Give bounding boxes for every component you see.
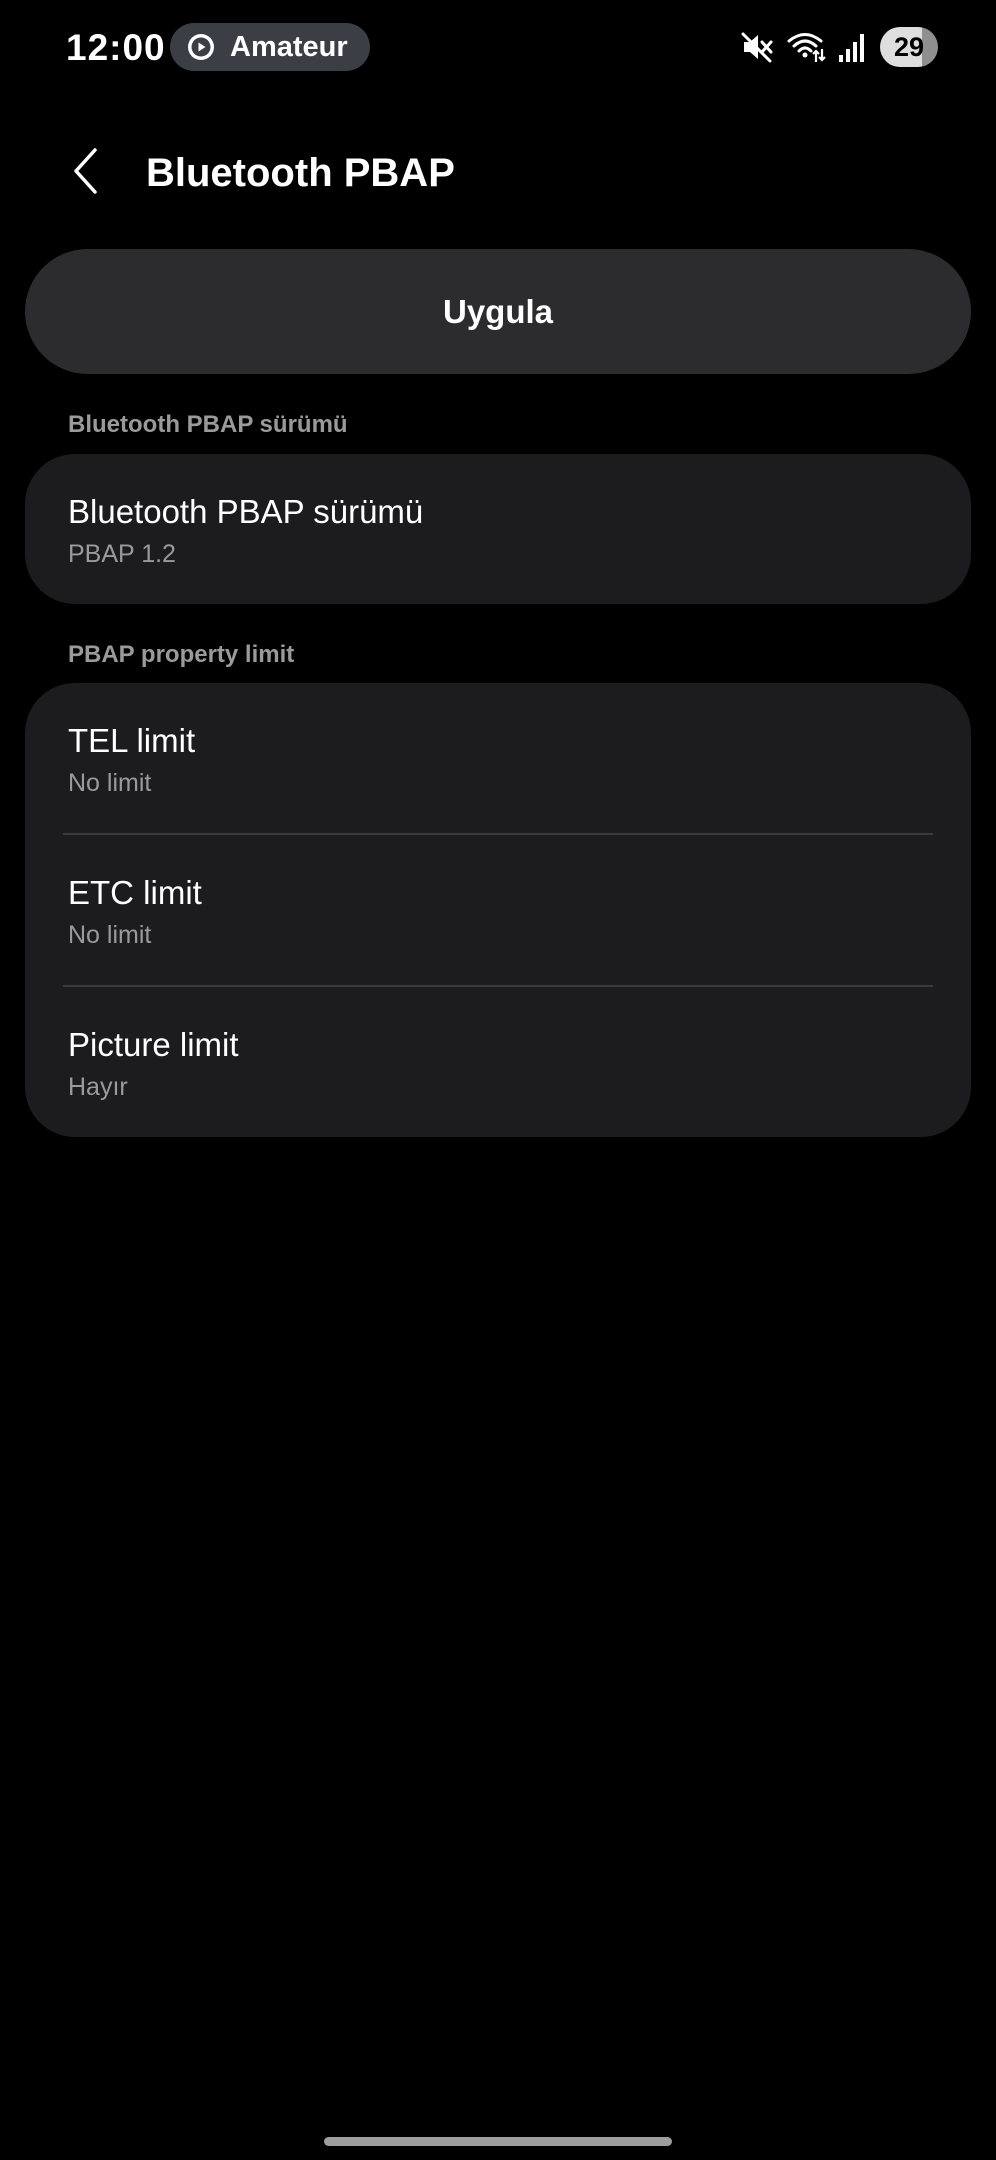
recording-pill[interactable]: Amateur — [170, 23, 370, 71]
signal-icon — [838, 31, 866, 63]
back-button[interactable] — [56, 142, 116, 204]
item-title: Bluetooth PBAP sürümü — [68, 493, 424, 530]
wifi-icon — [786, 30, 826, 64]
pill-label: Amateur — [230, 30, 348, 63]
version-card: Bluetooth PBAP sürümü PBAP 1.2 — [25, 454, 971, 604]
item-summary: Hayır — [68, 1073, 128, 1101]
gesture-nav-handle[interactable] — [324, 2137, 672, 2146]
page-title: Bluetooth PBAP — [146, 151, 455, 195]
property-limit-card: TEL limit No limit ETC limit No limit Pi… — [25, 683, 971, 1137]
list-item-etc-limit[interactable]: ETC limit No limit — [25, 835, 971, 985]
status-icons: 29 — [728, 27, 938, 67]
app-bar: Bluetooth PBAP — [0, 130, 996, 216]
section-header-version: Bluetooth PBAP sürümü — [68, 411, 348, 438]
apply-button[interactable]: Uygula — [25, 249, 971, 374]
list-item-picture-limit[interactable]: Picture limit Hayır — [25, 987, 971, 1137]
status-time: 12:00 — [66, 27, 166, 68]
item-summary: No limit — [68, 921, 152, 949]
item-title: ETC limit — [68, 874, 202, 911]
status-bar: 12:00 Amateur 29 — [0, 0, 996, 96]
list-item-pbap-version[interactable]: Bluetooth PBAP sürümü PBAP 1.2 — [25, 454, 971, 604]
play-circle-icon — [186, 32, 216, 62]
mute-icon — [740, 30, 774, 64]
item-title: TEL limit — [68, 722, 196, 759]
chevron-left-icon — [71, 147, 101, 200]
section-header-property-limit: PBAP property limit — [68, 641, 295, 668]
item-summary: PBAP 1.2 — [68, 540, 176, 568]
battery-indicator: 29 — [880, 27, 938, 67]
list-item-tel-limit[interactable]: TEL limit No limit — [25, 683, 971, 833]
item-title: Picture limit — [68, 1026, 239, 1063]
item-summary: No limit — [68, 769, 152, 797]
